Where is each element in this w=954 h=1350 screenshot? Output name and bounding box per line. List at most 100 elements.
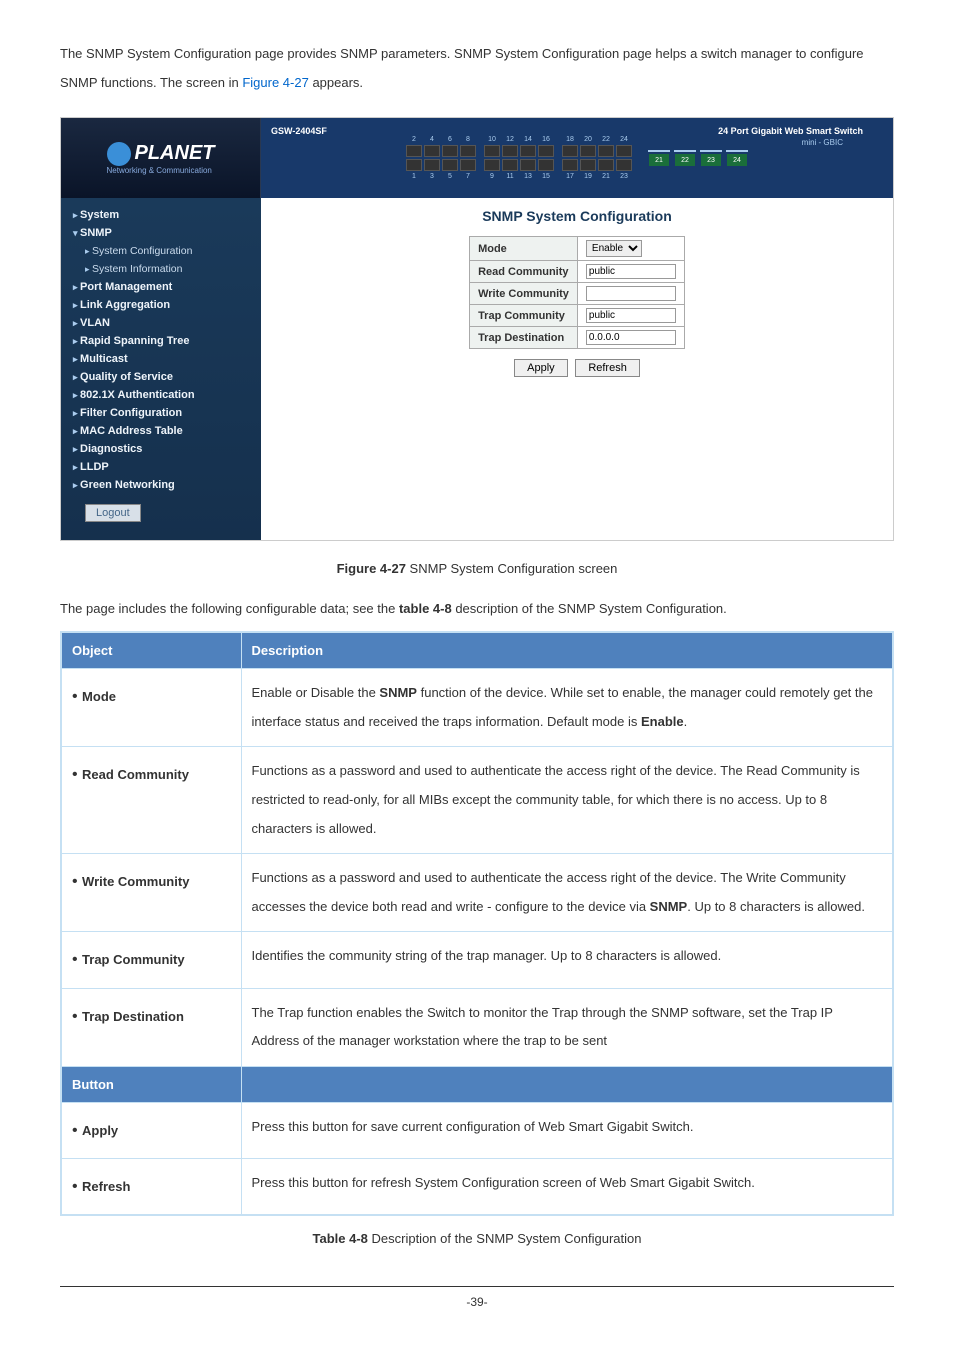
sidebar-item-link-aggregation[interactable]: Link Aggregation [61, 296, 261, 314]
embedded-screenshot: PLANET Networking & Communication GSW-24… [60, 117, 894, 541]
port-num-top: 10 [488, 136, 496, 143]
port-icon [580, 145, 596, 157]
object-cell: • Mode [61, 669, 241, 747]
sidebar-item-quality-of-service[interactable]: Quality of Service [61, 368, 261, 386]
globe-icon [107, 142, 131, 166]
port-icon [520, 159, 536, 171]
gbic-port: 22 [675, 154, 695, 166]
read-community-input[interactable] [586, 264, 676, 279]
config-label: Trap Community [470, 305, 578, 327]
sidebar-item-system-configuration[interactable]: System Configuration [61, 242, 261, 260]
port-icon [616, 145, 632, 157]
port-icon [502, 159, 518, 171]
logo-subtitle: Networking & Communication [107, 166, 215, 175]
write-community-input[interactable] [586, 286, 676, 301]
port-icon [442, 159, 458, 171]
description-cell: Functions as a password and used to auth… [241, 747, 893, 854]
object-cell: • Apply [61, 1102, 241, 1158]
logo-area: PLANET Networking & Communication [61, 118, 261, 198]
figure-caption: Figure 4-27 SNMP System Configuration sc… [60, 561, 894, 576]
port-icon [598, 145, 614, 157]
table-caption: Table 4-8 Description of the SNMP System… [60, 1231, 894, 1246]
port-icon [460, 159, 476, 171]
config-table: ModeEnableRead CommunityWrite CommunityT… [469, 236, 685, 349]
port-icon [424, 159, 440, 171]
apply-button[interactable]: Apply [514, 359, 568, 377]
gbic-line-icon [648, 150, 670, 152]
logo-text: PLANET [135, 142, 215, 165]
port-icon [442, 145, 458, 157]
gbic-line-icon [700, 150, 722, 152]
refresh-button[interactable]: Refresh [575, 359, 640, 377]
port-num-top: 2 [412, 136, 416, 143]
port-icon [562, 145, 578, 157]
sidebar: SystemSNMPSystem ConfigurationSystem Inf… [61, 198, 261, 540]
port-icon [406, 145, 422, 157]
port-num-bottom: 17 [566, 173, 574, 180]
sidebar-item-green-networking[interactable]: Green Networking [61, 476, 261, 494]
port-num-bottom: 19 [584, 173, 592, 180]
port-num-bottom: 21 [602, 173, 610, 180]
port-num-bottom: 5 [448, 173, 452, 180]
sidebar-item-rapid-spanning-tree[interactable]: Rapid Spanning Tree [61, 332, 261, 350]
port-icon [538, 145, 554, 157]
sidebar-item-filter-configuration[interactable]: Filter Configuration [61, 404, 261, 422]
port-icon [484, 145, 500, 157]
mode-select[interactable]: Enable [586, 240, 642, 257]
port-num-bottom: 3 [430, 173, 434, 180]
port-icon [616, 159, 632, 171]
port-num-top: 14 [524, 136, 532, 143]
port-icon [580, 159, 596, 171]
port-icon [538, 159, 554, 171]
port-icon [460, 145, 476, 157]
description-cell: Enable or Disable the SNMP function of t… [241, 669, 893, 747]
gbic-line-icon [674, 150, 696, 152]
sidebar-item-802-1x-authentication[interactable]: 802.1X Authentication [61, 386, 261, 404]
config-label: Write Community [470, 283, 578, 305]
object-cell: • Read Community [61, 747, 241, 854]
port-num-bottom: 23 [620, 173, 628, 180]
description-cell: Press this button for save current confi… [241, 1102, 893, 1158]
figure-caption-label: Figure 4-27 [337, 561, 406, 576]
gbic-port: 23 [701, 154, 721, 166]
button-header: Button [61, 1066, 241, 1102]
header-subtitle: mini - GBIC [802, 138, 843, 147]
button-header-blank [241, 1066, 893, 1102]
sidebar-item-lldp[interactable]: LLDP [61, 458, 261, 476]
port-num-bottom: 9 [490, 173, 494, 180]
object-cell: • Trap Destination [61, 988, 241, 1066]
sidebar-item-snmp[interactable]: SNMP [61, 224, 261, 242]
brand-logo: PLANET [107, 142, 215, 166]
port-num-bottom: 13 [524, 173, 532, 180]
port-icon [502, 145, 518, 157]
sidebar-item-system-information[interactable]: System Information [61, 260, 261, 278]
table-intro-after: description of the SNMP System Configura… [452, 601, 727, 616]
sidebar-item-system[interactable]: System [61, 206, 261, 224]
config-label: Read Community [470, 261, 578, 283]
object-cell: • Trap Community [61, 932, 241, 988]
table-intro: The page includes the following configur… [60, 601, 894, 616]
sidebar-item-vlan[interactable]: VLAN [61, 314, 261, 332]
sidebar-item-mac-address-table[interactable]: MAC Address Table [61, 422, 261, 440]
sidebar-item-diagnostics[interactable]: Diagnostics [61, 440, 261, 458]
sidebar-item-multicast[interactable]: Multicast [61, 350, 261, 368]
description-cell: Functions as a password and used to auth… [241, 854, 893, 932]
config-title: SNMP System Configuration [281, 208, 873, 224]
logout-button[interactable]: Logout [85, 504, 141, 522]
main-content: SNMP System Configuration ModeEnableRead… [261, 198, 893, 540]
trap-destination-input[interactable] [586, 330, 676, 345]
intro-paragraph: The SNMP System Configuration page provi… [60, 40, 894, 97]
figure-caption-text: SNMP System Configuration screen [406, 561, 617, 576]
table-caption-label: Table 4-8 [313, 1231, 368, 1246]
figure-link[interactable]: Figure 4-27 [242, 75, 308, 90]
sidebar-item-port-management[interactable]: Port Management [61, 278, 261, 296]
port-num-bottom: 15 [542, 173, 550, 180]
port-icon [424, 145, 440, 157]
header-title: 24 Port Gigabit Web Smart Switch [718, 126, 863, 136]
config-label: Trap Destination [470, 327, 578, 349]
trap-community-input[interactable] [586, 308, 676, 323]
port-icon [562, 159, 578, 171]
switch-header: PLANET Networking & Communication GSW-24… [61, 118, 893, 198]
gbic-line-icon [726, 150, 748, 152]
intro-text-after: appears. [309, 75, 363, 90]
